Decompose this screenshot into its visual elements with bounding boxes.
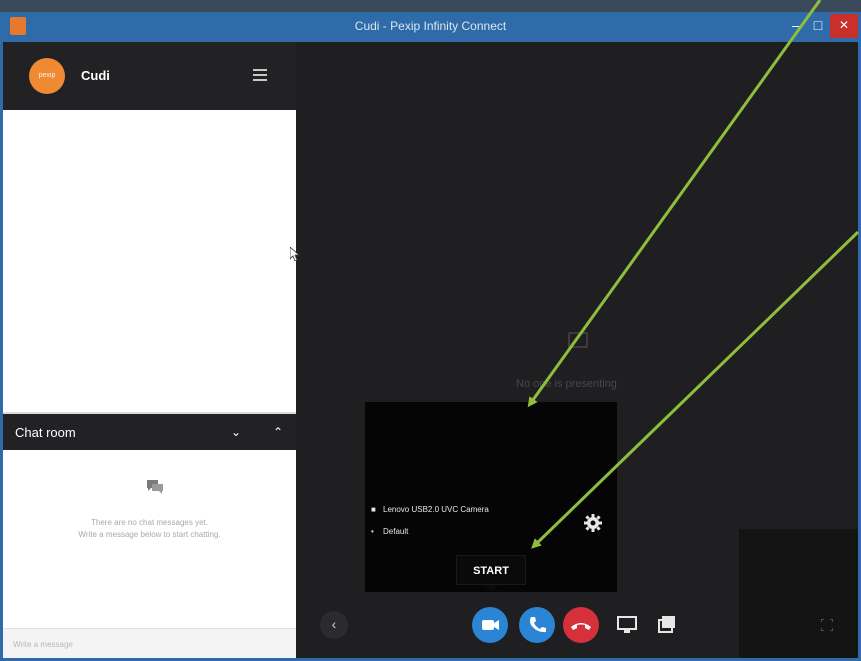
title-bar: Cudi - Pexip Infinity Connect – □ ✕	[0, 12, 861, 42]
mouse-cursor-icon	[290, 247, 300, 261]
screen-share-icon[interactable]	[617, 616, 637, 634]
chat-bubble-icon	[147, 480, 163, 494]
app-window: Cudi - Pexip Infinity Connect – □ ✕ pexi…	[0, 0, 861, 661]
fullscreen-icon[interactable]	[821, 619, 833, 631]
start-button[interactable]: START	[456, 555, 526, 585]
avatar[interactable]: pexip	[29, 58, 65, 94]
camera-icon: ■	[371, 505, 376, 514]
desktop-strip	[0, 0, 861, 12]
chevron-down-icon[interactable]: ⌄	[227, 423, 245, 441]
call-button[interactable]	[519, 607, 555, 643]
hangup-button[interactable]	[563, 607, 599, 643]
presentation-button-icon[interactable]	[658, 615, 676, 633]
video-camera-icon	[482, 620, 499, 630]
hangup-icon	[571, 623, 591, 630]
tooltip-caret	[484, 585, 498, 592]
chat-messages: There are no chat messages yet. Write a …	[3, 450, 296, 638]
video-button[interactable]	[472, 607, 508, 643]
chat-input-placeholder: Write a message	[13, 640, 73, 649]
microphone-label: Default	[383, 527, 409, 536]
phone-icon	[530, 617, 546, 633]
sidebar-header: pexip Cudi	[3, 42, 296, 110]
presenting-status: No one is presenting	[516, 378, 617, 390]
chat-header[interactable]: Chat room ⌄ ⌃	[3, 414, 296, 450]
app-content: pexip Cudi Chat room ⌄ ⌃ There are no ch…	[3, 42, 858, 658]
chevron-up-icon[interactable]: ⌃	[269, 423, 287, 441]
hamburger-icon[interactable]	[253, 69, 267, 81]
chat-input[interactable]: Write a message	[3, 628, 296, 658]
empty-chat-hint: Write a message below to start chatting.	[78, 530, 221, 539]
maximize-button[interactable]: □	[808, 14, 828, 38]
camera-label: Lenovo USB2.0 UVC Camera	[383, 505, 489, 514]
sidebar: pexip Cudi Chat room ⌄ ⌃ There are no ch…	[3, 42, 296, 658]
video-stage: No one is presenting ■ Lenovo USB2.0 UVC …	[296, 42, 858, 658]
gear-icon[interactable]	[583, 513, 603, 533]
window-title: Cudi - Pexip Infinity Connect	[354, 19, 507, 33]
presentation-icon	[568, 332, 588, 348]
camera-row[interactable]: ■ Lenovo USB2.0 UVC Camera	[371, 505, 489, 514]
chat-title: Chat room	[15, 425, 76, 440]
chevron-left-icon[interactable]: ‹	[320, 611, 348, 639]
empty-chat-message: There are no chat messages yet.	[91, 518, 208, 527]
participant-list	[3, 110, 296, 412]
minimize-button[interactable]: –	[786, 14, 806, 38]
microphone-row[interactable]: • Default	[371, 527, 408, 536]
close-button[interactable]: ✕	[830, 14, 858, 38]
microphone-icon: •	[371, 527, 374, 536]
conference-name: Cudi	[81, 68, 110, 83]
remote-thumbnail	[739, 529, 858, 658]
